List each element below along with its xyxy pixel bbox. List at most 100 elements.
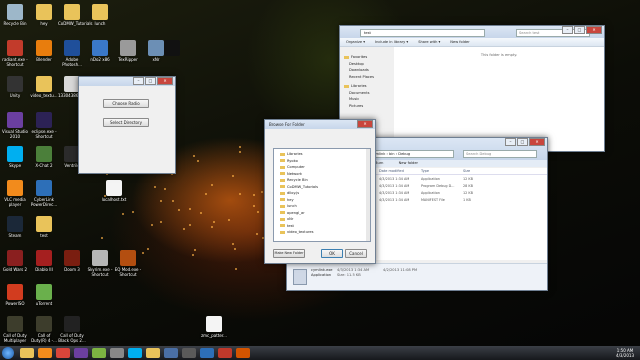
desktop-icon[interactable]: lunch	[86, 4, 114, 38]
desktop-icon[interactable]: video_textu...	[30, 76, 58, 110]
close-icon[interactable]: ✕	[586, 26, 602, 34]
taskbar-app5-icon[interactable]	[218, 348, 232, 358]
form-titlebar[interactable]: – □ ✕	[79, 77, 175, 86]
taskbar-explorer-icon[interactable]	[20, 348, 34, 358]
desktop-icon[interactable]: Unity	[1, 76, 29, 110]
burn-button[interactable]: Burn	[375, 161, 383, 165]
desktop-icon[interactable]: hey	[30, 4, 58, 38]
taskbar-chrome-icon[interactable]	[56, 348, 70, 358]
table-row[interactable]: 4/3/2013 1:34 AM Program Debug D... 28 KB	[375, 182, 547, 189]
cancel-button[interactable]: Cancel	[345, 249, 367, 258]
desktop-icon[interactable]: eclipse.exe - Shortcut	[30, 112, 58, 146]
share-with-menu[interactable]: Share with ▾	[418, 38, 440, 46]
choose-radio-button[interactable]: Choose Radio	[103, 99, 149, 108]
search-input[interactable]: Search Debug	[463, 150, 537, 158]
desktop-icon[interactable]: X-Chat 2	[30, 146, 58, 180]
desktop-icon[interactable]: Skype	[1, 146, 29, 180]
taskbar-app6-icon[interactable]	[236, 348, 250, 358]
start-button[interactable]	[2, 347, 14, 359]
maximize-icon[interactable]: □	[517, 138, 528, 146]
cell-date: 4/3/2013 1:34 AM	[379, 197, 410, 202]
minimize-icon[interactable]: –	[562, 26, 573, 34]
new-folder-button[interactable]: New folder	[399, 161, 418, 165]
desktop-icon[interactable]: Doom 3	[58, 250, 86, 284]
explorer-window-test[interactable]: test Search test – □ ✕ Organize ▾ Include …	[339, 25, 605, 152]
desktop-icon[interactable]: nDo2 x86	[86, 40, 114, 74]
navigation-pane: Favorites Desktop Downloads Recent Place…	[344, 54, 390, 109]
close-icon[interactable]: ✕	[529, 138, 545, 146]
debug-file-list[interactable]: Date modified Type Size 4/3/2013 1:34 AM…	[375, 168, 547, 260]
desktop-icon[interactable]: Gold Wars 2	[1, 250, 29, 284]
clock-date: 4/3/2013	[616, 353, 634, 358]
maximize-icon[interactable]: □	[145, 77, 156, 85]
close-icon[interactable]: ✕	[357, 120, 373, 128]
desktop-icon[interactable]: Recycle Bin	[1, 4, 29, 38]
desktop-icon-label: Gold Wars 2	[2, 267, 28, 272]
taskbar-app2-icon[interactable]	[164, 348, 178, 358]
desktop-icon[interactable]: Call of Duty(R) 4 -...	[30, 316, 58, 350]
desktop-icon[interactable]: PowerISO	[1, 284, 29, 318]
taskbar-app4-icon[interactable]	[200, 348, 214, 358]
desktop-icon[interactable]: zmc_patter...	[200, 316, 228, 350]
breadcrumb[interactable]: « cymlink › bin › Debug	[365, 150, 454, 158]
desktop-icon-label: Diablo III	[35, 267, 53, 272]
include-library-menu[interactable]: Include in library ▾	[375, 38, 408, 46]
browse-for-folder-dialog[interactable]: Browse For Folder ✕ Libraries Ryoko Comput…	[264, 119, 376, 264]
tree-scrollbar[interactable]	[366, 149, 370, 241]
desktop-icon[interactable]: Call of Duty Multiplayer	[1, 316, 29, 350]
nav-pictures[interactable]: Pictures	[344, 103, 390, 110]
desktop-icon[interactable]: test	[30, 216, 58, 250]
desktop-icon[interactable]: Adobe Photosh...	[58, 40, 86, 74]
app-icon	[64, 250, 80, 266]
col-date[interactable]: Date modified	[379, 169, 421, 173]
dialog-titlebar[interactable]: Browse For Folder ✕	[265, 120, 375, 129]
desktop-icon[interactable]: Visual Studio 2010	[1, 112, 29, 146]
desktop-icon[interactable]: Blender	[30, 40, 58, 74]
breadcrumb[interactable]: test	[360, 29, 485, 37]
taskbar-app-icon[interactable]	[110, 348, 124, 358]
desktop-icon[interactable]: Diablo III	[30, 250, 58, 284]
nav-recent-places[interactable]: Recent Places	[344, 74, 390, 81]
folder-tree[interactable]: Libraries Ryoko Computer Network Recycle Bin…	[273, 148, 371, 242]
desktop-icon[interactable]: Call of Duty Black Ops 2...	[58, 316, 86, 350]
desktop-icon-label: Visual Studio 2010	[2, 129, 28, 139]
select-directory-button[interactable]: Select Directory	[103, 118, 149, 127]
col-size[interactable]: Size	[463, 169, 483, 173]
taskbar-folder-icon[interactable]	[146, 348, 160, 358]
desktop-icon[interactable]: TexRipper	[114, 40, 142, 74]
ok-button[interactable]: OK	[321, 249, 343, 258]
desktop-icon[interactable]: EQ Mod.exe - Shortcut	[114, 250, 142, 284]
desktop-icon[interactable]	[158, 40, 186, 74]
table-row[interactable]: 4/3/2013 1:34 AM Application 12 KB	[375, 175, 547, 182]
explorer-titlebar[interactable]: test Search test – □ ✕	[340, 26, 604, 38]
tree-item-label: opengl_ar	[287, 210, 305, 215]
organize-menu[interactable]: Organize ▾	[346, 38, 365, 46]
desktop-icon[interactable]: Steam	[1, 216, 29, 250]
desktop-icon[interactable]: CoDMW_Tutorials	[58, 4, 93, 38]
minimize-icon[interactable]: –	[505, 138, 516, 146]
make-new-folder-button[interactable]: Make New Folder	[273, 249, 305, 258]
cell-type: Program Debug D...	[421, 183, 455, 188]
file-list-pane[interactable]: This folder is empty.	[394, 47, 604, 151]
form-window[interactable]: – □ ✕ Choose Radio Select Directory	[78, 76, 176, 174]
desktop-icon[interactable]: radiant.exe - Shortcut	[1, 40, 29, 74]
taskbar-android-icon[interactable]	[92, 348, 106, 358]
tree-item[interactable]: video_textures	[280, 229, 370, 236]
taskbar-app3-icon[interactable]	[182, 348, 196, 358]
taskbar-media-icon[interactable]	[38, 348, 52, 358]
new-folder-button[interactable]: New folder	[450, 38, 469, 46]
taskbar-skype-icon[interactable]	[128, 348, 142, 358]
desktop-icon[interactable]: uTorrent	[30, 284, 58, 318]
minimize-icon[interactable]: –	[133, 77, 144, 85]
system-clock[interactable]: 1:50 AM 4/3/2013	[616, 348, 634, 358]
desktop-icon[interactable]: CyberLink PowerDirec...	[30, 180, 58, 214]
table-row[interactable]: 4/3/2013 1:34 AM MANIFEST File 1 KB	[375, 196, 547, 203]
table-row[interactable]: 4/3/2013 1:34 AM Application 12 KB	[375, 189, 547, 196]
col-type[interactable]: Type	[421, 169, 463, 173]
desktop-icon[interactable]: VLC media player	[1, 180, 29, 214]
desktop-icon[interactable]: localhost.txt	[100, 180, 128, 214]
maximize-icon[interactable]: □	[574, 26, 585, 34]
close-icon[interactable]: ✕	[157, 77, 173, 85]
taskbar-vs-icon[interactable]	[74, 348, 88, 358]
desktop-icon[interactable]: Skyrim.exe - Shortcut	[86, 250, 114, 284]
